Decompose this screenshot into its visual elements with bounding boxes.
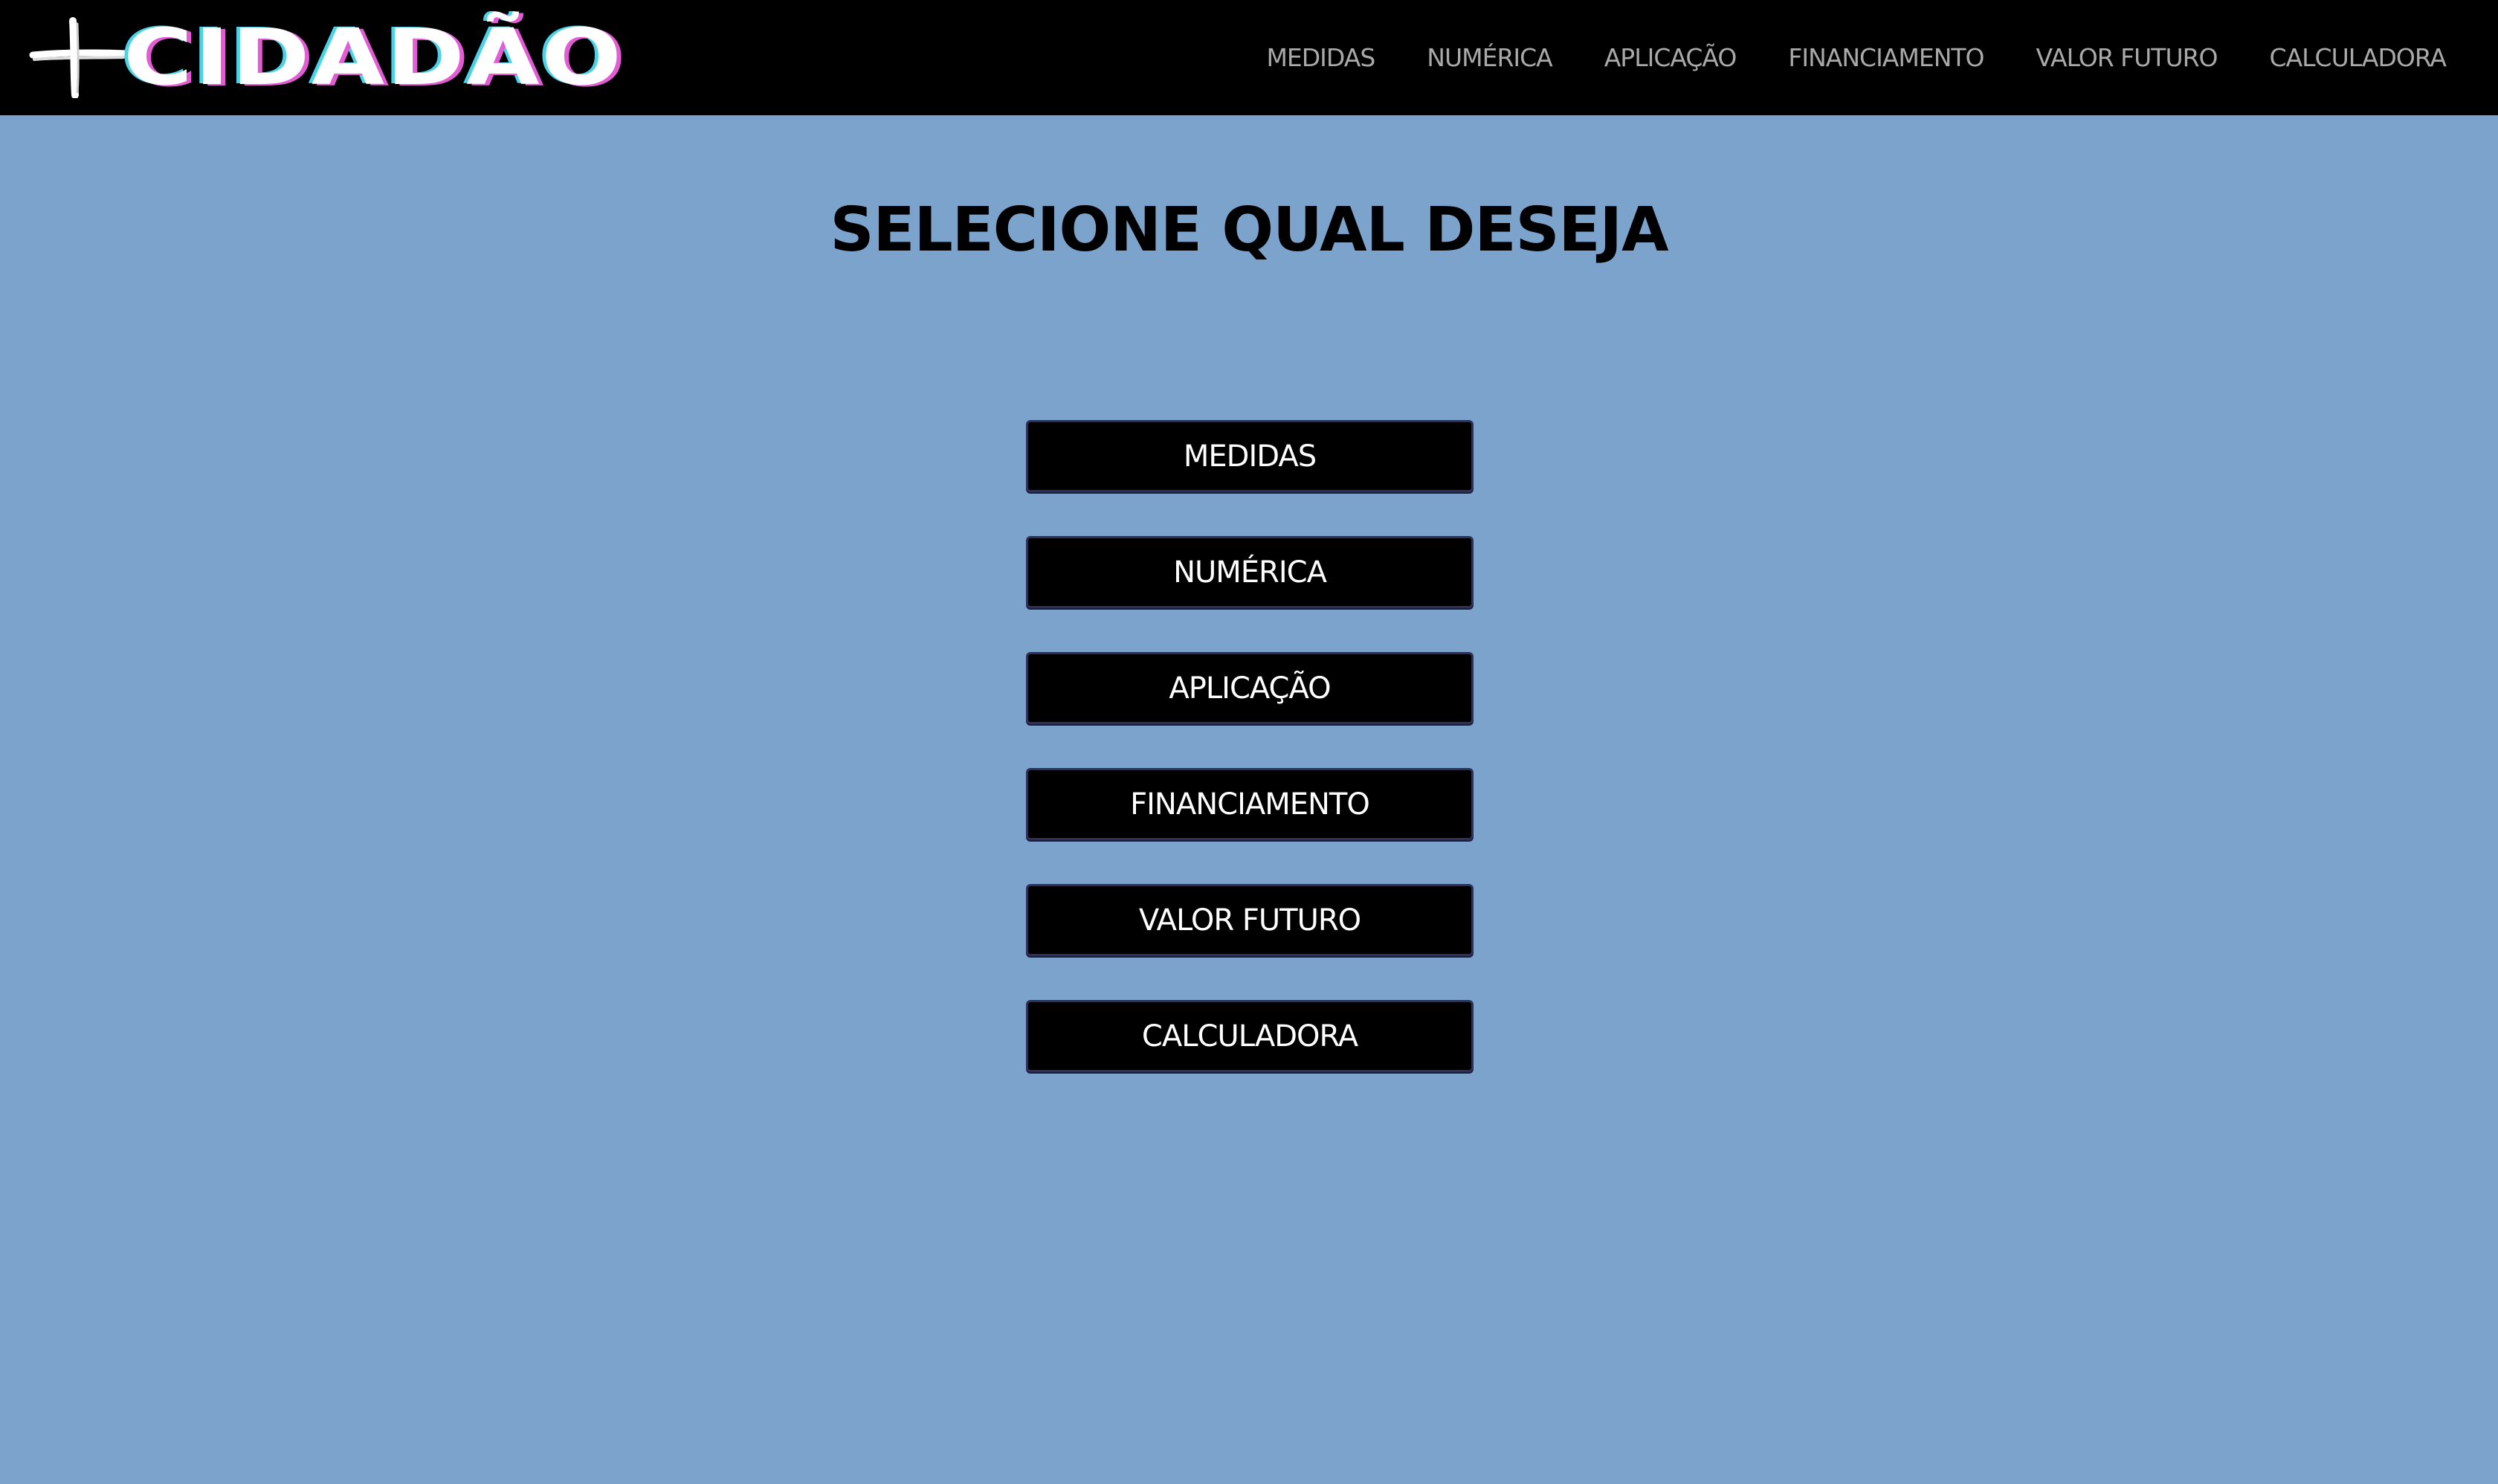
aplicacao-button[interactable]: APLICAÇÃO [1026,652,1474,724]
nav-link-numerica[interactable]: NUMÉRICA [1427,43,1552,72]
logo-text: CIDADÃO [123,12,624,103]
valor-futuro-button[interactable]: VALOR FUTURO [1026,884,1474,956]
nav-link-medidas[interactable]: MEDIDAS [1266,43,1375,72]
medidas-button[interactable]: MEDIDAS [1026,420,1474,492]
nav-link-financiamento[interactable]: FINANCIAMENTO [1788,43,1984,72]
nav-link-calculadora[interactable]: CALCULADORA [2270,43,2447,72]
numerica-button[interactable]: NUMÉRICA [1026,536,1474,608]
top-navbar: CIDADÃO MEDIDAS NUMÉRICA APLICAÇÃO FINAN… [0,0,2498,115]
calculadora-button[interactable]: CALCULADORA [1026,1000,1474,1072]
plus-icon [29,17,130,98]
nav-link-valor-futuro[interactable]: VALOR FUTURO [2036,43,2218,72]
selection-menu: MEDIDAS NUMÉRICA APLICAÇÃO FINANCIAMENTO… [1026,420,1474,1072]
site-logo[interactable]: CIDADÃO [27,16,622,98]
main-nav: MEDIDAS NUMÉRICA APLICAÇÃO FINANCIAMENTO… [1266,0,2447,115]
page-title: SELECIONE QUAL DESEJA [830,195,1668,265]
nav-link-aplicacao[interactable]: APLICAÇÃO [1604,43,1737,72]
financiamento-button[interactable]: FINANCIAMENTO [1026,768,1474,840]
